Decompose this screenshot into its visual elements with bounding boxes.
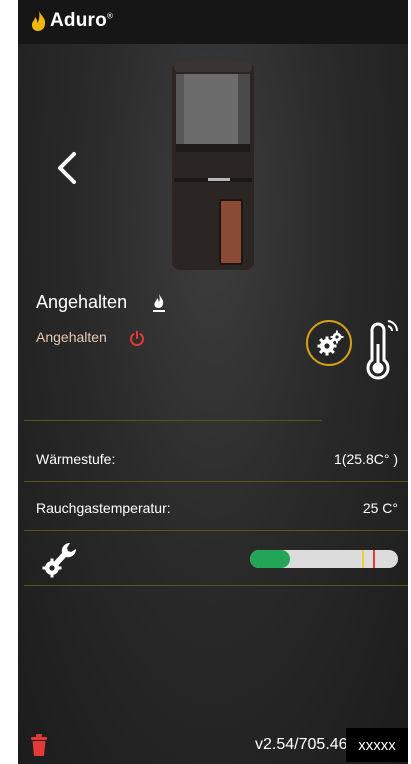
version-text: v2.54/705.46/ [255, 736, 352, 753]
brand-name: Aduro® [50, 10, 114, 31]
thermometer-wifi-icon[interactable] [364, 318, 400, 380]
back-chevron-icon[interactable] [52, 148, 82, 188]
heat-level-value: 1(25.8C° ) [334, 451, 398, 467]
divider [24, 530, 408, 531]
status-subtitle: Angehalten [36, 329, 107, 345]
flame-icon[interactable] [152, 293, 166, 313]
top-bar: Aduro® [18, 0, 408, 44]
serial-number: xxxxx [346, 728, 408, 762]
trash-icon[interactable] [30, 733, 48, 757]
app-screen: Aduro® Angehalten Angehalten Wärmestufe:… [18, 0, 408, 764]
maintenance-progress-bar [250, 550, 398, 568]
progress-fill [250, 550, 290, 568]
flue-gas-temp-value: 25 C° [362, 500, 398, 516]
aduro-logo: Aduro® [30, 10, 113, 32]
divider [24, 420, 322, 421]
heat-level-label: Wärmestufe: [36, 451, 116, 467]
divider [24, 481, 408, 482]
wrench-gear-icon[interactable] [40, 539, 80, 579]
progress-marker-yellow [362, 550, 365, 568]
progress-marker-red [372, 550, 375, 568]
status-title: Angehalten [36, 292, 128, 312]
power-icon[interactable] [129, 330, 145, 346]
stove-image [172, 62, 254, 270]
settings-button[interactable] [306, 320, 352, 366]
divider [24, 585, 408, 586]
flue-gas-temp-label: Rauchgastemperatur: [36, 500, 171, 516]
flame-logo-icon [31, 11, 46, 31]
gears-icon [317, 330, 344, 356]
